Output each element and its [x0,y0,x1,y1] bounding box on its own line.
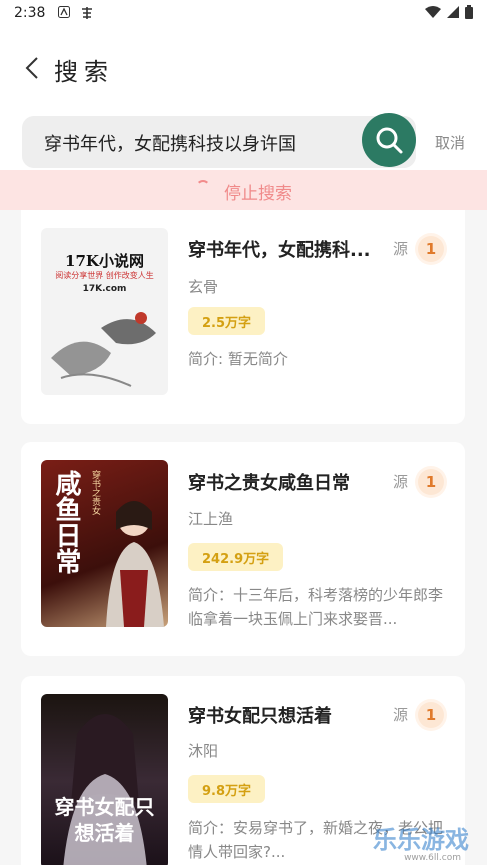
source-label: 源 [393,706,409,724]
source-count-badge[interactable]: 1 [418,469,444,495]
result-card[interactable]: 17K小说网 阅读分享世界 创作改变人生 17K.com 穿书年代，女配携科..… [21,210,465,424]
cancel-button[interactable]: 取消 [435,132,465,153]
cover-title: 穿书女配只想活着 [54,795,155,845]
source-count-badge[interactable]: 1 [418,236,444,262]
watermark-url: www.6ll.com [404,853,461,863]
result-card[interactable]: 咸鱼日常 穿书之贵女 穿书之贵女咸鱼日常 源 1 江上渔 242.9万字 简介：… [21,442,465,656]
book-title: 穿书之贵女咸鱼日常 [188,473,350,494]
cover-art-fish [51,312,156,387]
word-count-badge: 9.8万字 [188,775,266,803]
book-intro: 简介：十三年后，科考落榜的少年郎李临拿着一块玉佩上门来求娶晋... [188,586,444,628]
stop-search-bar[interactable]: 停止搜索 [0,170,487,210]
wifi-icon [425,6,441,18]
word-count-badge: 2.5万字 [188,307,266,335]
source-label: 源 [393,473,409,491]
stop-search-label: 停止搜索 [224,184,292,204]
notification-app-icon [80,6,94,23]
signal-icon [447,6,459,18]
book-title: 穿书年代，女配携科... [188,240,371,261]
book-intro: 简介: 暂无简介 [188,350,288,368]
back-button[interactable] [18,54,46,82]
app-header: 搜索 [0,28,487,112]
cover-site: 17K.com [82,284,127,294]
status-right [425,5,473,19]
book-cover: 17K小说网 阅读分享世界 创作改变人生 17K.com [41,228,168,395]
book-cover: 咸鱼日常 穿书之贵女 [41,460,168,627]
loading-spinner-icon [196,180,210,194]
notification-a-icon [58,6,70,21]
search-icon [376,127,403,154]
book-title: 穿书女配只想活着 [188,706,332,727]
battery-icon [465,5,473,19]
cover-art-figure [106,501,164,627]
book-cover: 穿书女配只想活着 [41,694,168,865]
book-author: 江上渔 [188,510,234,528]
source-count-badge[interactable]: 1 [418,702,444,728]
book-author: 沐阳 [188,742,219,760]
status-time: 2:38 [14,5,46,21]
book-author: 玄骨 [188,278,219,296]
search-button[interactable] [362,113,416,167]
word-count-badge: 242.9万字 [188,543,284,571]
page-title: 搜索 [54,58,114,86]
chevron-left-icon [25,57,38,79]
cover-subtitle: 阅读分享世界 创作改变人生 [55,271,154,280]
source-label: 源 [393,240,409,258]
status-bar: 2:38 [0,0,487,28]
cover-title: 咸鱼日常 [51,470,81,574]
search-input[interactable]: 穿书年代，女配携科技以身许国 [22,116,416,168]
watermark-logo: 乐乐游戏 [373,826,469,854]
cover-title: 17K小说网 [65,252,144,270]
search-query: 穿书年代，女配携科技以身许国 [44,134,296,155]
